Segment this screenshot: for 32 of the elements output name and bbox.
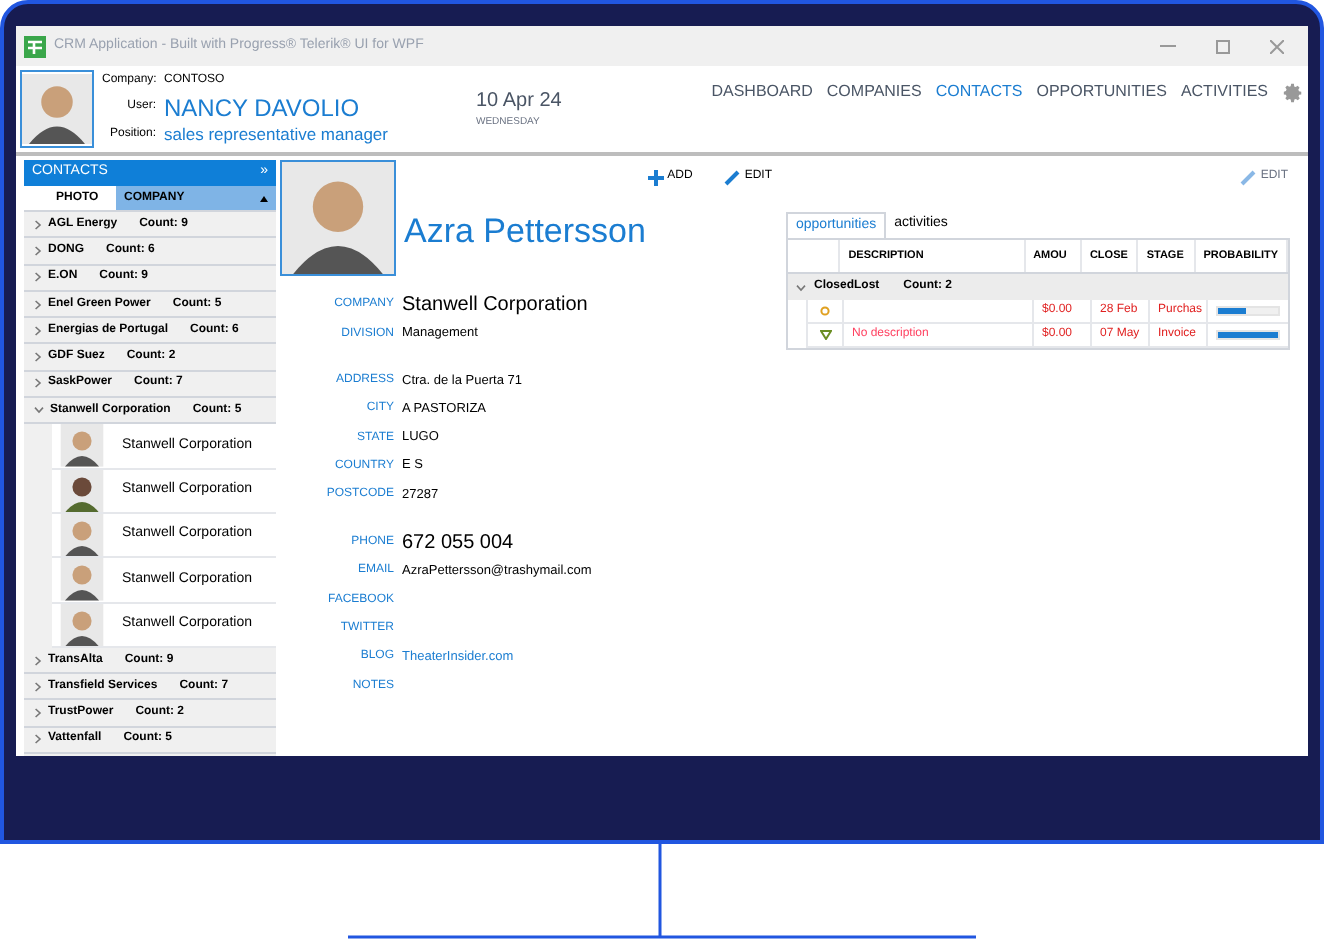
- contact-name: Azra Pettersson: [404, 210, 648, 254]
- date-text: 10 Apr 24: [476, 88, 562, 117]
- field-value: Stanwell Corporation: [402, 292, 588, 320]
- chevron-right-icon[interactable]: [34, 299, 42, 310]
- plus-icon: [647, 169, 664, 185]
- pencil-icon: [724, 169, 741, 185]
- sort-arrow-icon: [260, 195, 268, 201]
- chevron-right-icon[interactable]: [34, 378, 42, 389]
- chevron-right-icon[interactable]: [34, 325, 42, 336]
- chevron-right-icon[interactable]: [34, 245, 42, 256]
- chevron-right-icon[interactable]: [34, 708, 42, 719]
- maximize-icon[interactable]: [1216, 39, 1230, 53]
- app-icon: [24, 35, 46, 57]
- field-value: 672 055 004: [402, 529, 514, 558]
- chevron-right-icon[interactable]: [34, 734, 42, 745]
- nav-link[interactable]: COMPANIES: [826, 80, 922, 104]
- position-value: sales representative manager: [164, 122, 388, 148]
- nav-link[interactable]: OPPORTUNITIES: [1036, 80, 1167, 104]
- chevron-right-icon[interactable]: [34, 352, 42, 363]
- nav-link[interactable]: DASHBOARD: [711, 80, 813, 104]
- close-icon[interactable]: [1270, 39, 1284, 53]
- chevron-right-icon[interactable]: [34, 219, 42, 230]
- nav-link[interactable]: CONTACTS: [935, 80, 1023, 104]
- chevron-right-icon[interactable]: [34, 655, 42, 665]
- chevron-down-icon[interactable]: [34, 406, 44, 415]
- nav-link[interactable]: ACTIVITIES: [1180, 80, 1268, 104]
- settings-icon[interactable]: [1282, 81, 1304, 103]
- chevron-right-icon[interactable]: [34, 681, 42, 692]
- user-name: NANCY DAVOLIO: [164, 91, 360, 125]
- pencil-icon: [1240, 169, 1257, 185]
- chevron-down-icon[interactable]: [796, 283, 806, 291]
- chevron-right-icon[interactable]: [34, 272, 42, 283]
